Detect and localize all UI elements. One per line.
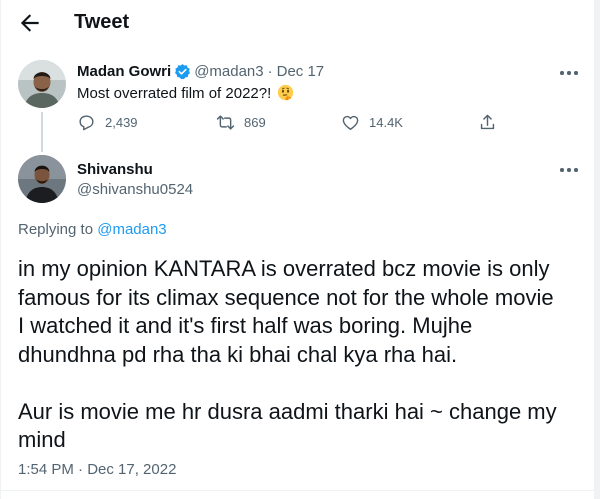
like-count: 14.4K bbox=[369, 115, 403, 130]
page-title: Tweet bbox=[74, 11, 130, 33]
heart-icon bbox=[342, 115, 359, 130]
tweet-date[interactable]: Dec 17 bbox=[277, 63, 325, 80]
back-button[interactable] bbox=[17, 10, 43, 36]
reply-text-line: Aur is movie me hr dusra aadmi tharki ha… bbox=[18, 398, 557, 424]
reply-icon bbox=[79, 115, 94, 131]
replying-to: Replying to @madan3 bbox=[18, 221, 167, 238]
reply-timestamp[interactable]: 1:54 PM · Dec 17, 2022 bbox=[18, 461, 176, 478]
author-handle[interactable]: @madan3 bbox=[194, 63, 263, 80]
reply-text-line: dhundhna pd rha tha ki bhai chal kya rha… bbox=[18, 341, 458, 367]
share-icon bbox=[480, 114, 495, 130]
verified-badge-icon bbox=[174, 63, 191, 80]
reply-button[interactable]: 2,439 bbox=[77, 113, 138, 132]
replying-to-mention[interactable]: @madan3 bbox=[97, 221, 166, 238]
avatar-shivanshu[interactable] bbox=[18, 155, 66, 203]
thread-line bbox=[41, 112, 43, 152]
reply-count: 2,439 bbox=[105, 115, 138, 130]
reply-tweet-text: in my opinion KANTARA is overrated bcz m… bbox=[18, 255, 586, 455]
tweet-actions: 2,439 869 14.4K bbox=[77, 113, 507, 137]
reply-text-line: mind bbox=[18, 427, 66, 452]
replying-to-label: Replying to bbox=[18, 221, 98, 238]
divider bbox=[1, 490, 595, 491]
retweet-count: 869 bbox=[244, 115, 266, 130]
retweet-button[interactable]: 869 bbox=[216, 113, 266, 132]
parent-tweet-text: Most overrated film of 2022?! bbox=[77, 84, 294, 102]
author-name[interactable]: Madan Gowri bbox=[77, 63, 171, 80]
separator-dot: · bbox=[267, 63, 273, 80]
avatar-madan-gowri[interactable] bbox=[18, 60, 66, 108]
parent-tweet-header: Madan Gowri @madan3 · Dec 17 bbox=[77, 63, 324, 80]
like-button[interactable]: 14.4K bbox=[341, 113, 403, 132]
reply-author-name[interactable]: Shivanshu bbox=[77, 161, 153, 178]
reply-more-options-icon[interactable] bbox=[558, 165, 580, 175]
reply-text-line: in my opinion KANTARA is overrated bcz m… bbox=[18, 256, 550, 281]
share-button[interactable] bbox=[478, 113, 497, 132]
reply-text-line: famous for its climax sequence not for t… bbox=[18, 284, 554, 310]
more-options-icon[interactable] bbox=[558, 68, 580, 78]
reply-text-line: I watched it and it's first half was bor… bbox=[18, 313, 473, 338]
retweet-icon bbox=[216, 115, 235, 130]
reply-text-blank-line bbox=[18, 369, 586, 398]
tweet-page: Tweet Madan Gowri @madan3 · Dec 17 Most … bbox=[0, 0, 600, 499]
arrow-left-icon bbox=[20, 14, 39, 32]
tweet-text: Most overrated film of 2022?! bbox=[77, 85, 272, 102]
reply-author-handle[interactable]: @shivanshu0524 bbox=[77, 181, 193, 198]
page-header: Tweet bbox=[1, 0, 595, 46]
thinking-face-emoji bbox=[277, 84, 294, 101]
